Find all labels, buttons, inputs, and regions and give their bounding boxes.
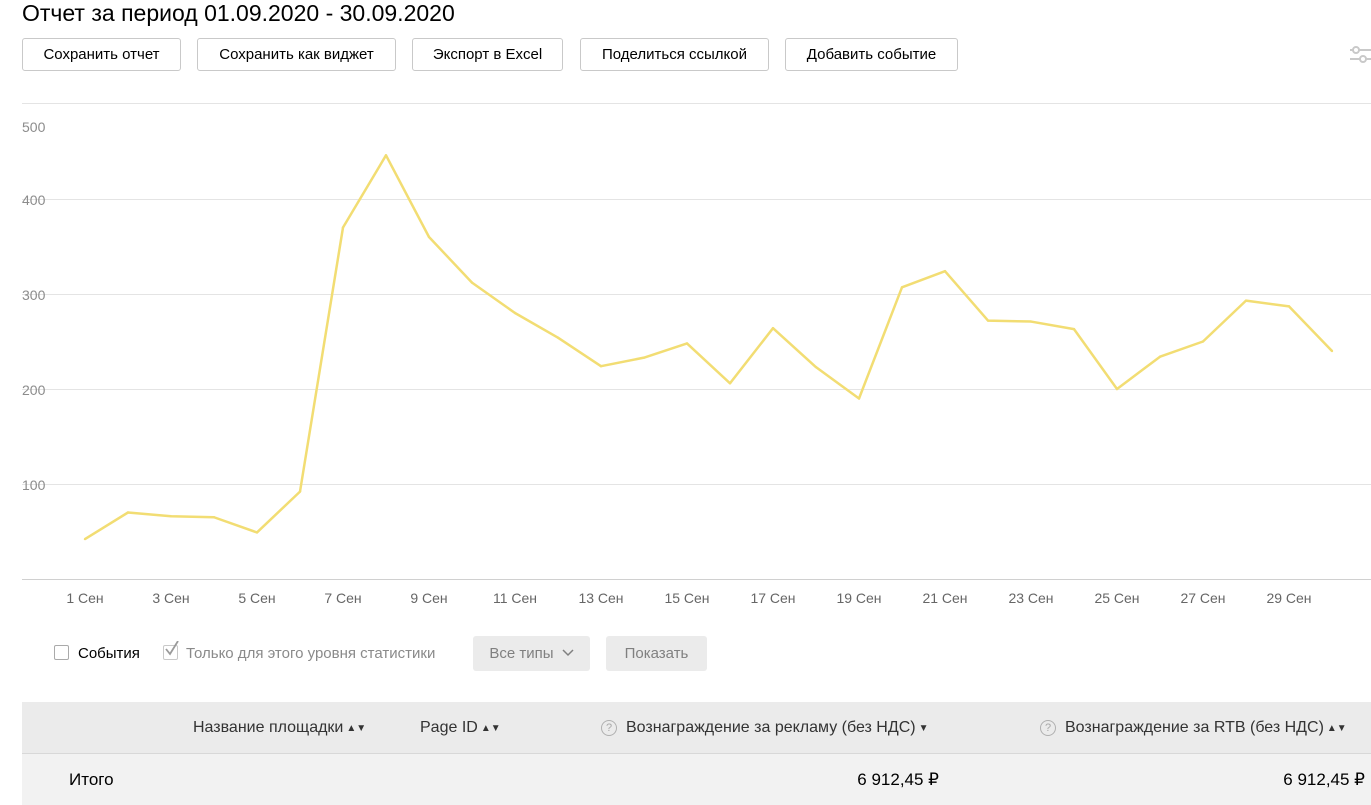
- save-widget-button[interactable]: Сохранить как виджет: [197, 38, 396, 71]
- x-tick-label: 23 Сен: [1008, 590, 1053, 606]
- data-point: [685, 342, 689, 345]
- show-button[interactable]: Показать: [606, 636, 707, 671]
- data-point: [1330, 349, 1334, 353]
- x-tick-label: 15 Сен: [664, 590, 709, 606]
- share-link-button[interactable]: Поделиться ссылкой: [580, 38, 769, 71]
- only-level-label: Только для этого уровня статистики: [186, 645, 436, 662]
- y-tick-label: 500: [22, 119, 46, 135]
- data-point: [1072, 327, 1076, 331]
- types-dropdown-label: Все типы: [489, 645, 554, 662]
- x-tick-label: 5 Сен: [238, 590, 275, 606]
- export-excel-button[interactable]: Экспорт в Excel: [412, 38, 563, 71]
- sort-icon: ▲▼: [346, 723, 367, 734]
- column-header-ad-reward[interactable]: ? Вознаграждение за рекламу (без НДС) ▼: [601, 719, 928, 738]
- data-point: [384, 154, 388, 157]
- data-point: [900, 286, 904, 289]
- save-report-button[interactable]: Сохранить отчет: [22, 38, 181, 71]
- data-point: [642, 356, 646, 359]
- data-point: [728, 382, 732, 385]
- data-point: [212, 516, 216, 519]
- x-tick-label: 1 Сен: [66, 590, 103, 606]
- help-icon[interactable]: ?: [601, 720, 617, 736]
- column-header-rtb-reward[interactable]: ? Вознаграждение за RTB (без НДС) ▲▼: [1040, 719, 1347, 738]
- data-point: [298, 490, 302, 493]
- table-header: Название площадки ▲▼ Page ID ▲▼ ? Вознаграж…: [22, 702, 1371, 754]
- x-tick-label: 27 Сен: [1180, 590, 1225, 606]
- x-tick-label: 19 Сен: [836, 590, 881, 606]
- page-title: Отчет за период 01.09.2020 - 30.09.2020: [22, 0, 455, 26]
- data-point: [1158, 355, 1162, 358]
- events-checkbox[interactable]: [54, 645, 69, 660]
- x-tick-label: 17 Сен: [750, 590, 795, 606]
- help-icon[interactable]: ?: [1040, 720, 1056, 736]
- sort-icon: ▲▼: [1326, 723, 1347, 734]
- total-ad-reward: 6 912,45 ₽: [857, 770, 939, 789]
- add-event-button[interactable]: Добавить событие: [785, 38, 958, 71]
- data-point: [126, 511, 130, 514]
- events-filter-row: События Только для этого уровня статисти…: [0, 636, 1371, 672]
- y-tick-label: 300: [22, 287, 46, 303]
- series-line: [84, 154, 1333, 541]
- data-point: [814, 365, 818, 369]
- x-tick-label: 9 Сен: [410, 590, 447, 606]
- total-label: Итого: [69, 770, 114, 789]
- sort-icon: ▲▼: [480, 723, 501, 734]
- x-tick-label: 21 Сен: [922, 590, 967, 606]
- data-point: [986, 319, 990, 322]
- data-point: [943, 270, 947, 273]
- data-point: [427, 235, 431, 239]
- total-rtb-reward: 6 912,45 ₽: [1283, 770, 1365, 789]
- table-row-total: Итого 6 912,45 ₽ 6 912,45 ₽: [22, 754, 1371, 805]
- x-tick-label: 29 Сен: [1266, 590, 1311, 606]
- check-icon: [165, 641, 179, 656]
- chart-canvas: 100 200 300 400 500 1 Сен 3 Сен 5 Сен 7 Сен 9 Сен…: [22, 103, 1371, 606]
- data-point: [83, 537, 87, 541]
- data-point: [169, 515, 173, 518]
- sliders-icon[interactable]: [1348, 44, 1371, 66]
- data-point: [1244, 299, 1248, 302]
- stats-table: Название площадки ▲▼ Page ID ▲▼ ? Вознаграж…: [22, 702, 1371, 805]
- data-point: [556, 336, 560, 339]
- x-tick-label: 25 Сен: [1094, 590, 1139, 606]
- data-point: [599, 365, 603, 368]
- x-tick-label: 11 Сен: [493, 590, 537, 606]
- data-point: [1287, 305, 1291, 308]
- y-tick-label: 400: [22, 192, 46, 208]
- types-dropdown[interactable]: Все типы: [473, 636, 590, 671]
- data-point: [1115, 387, 1119, 391]
- y-tick-label: 200: [22, 382, 46, 398]
- data-point: [857, 397, 861, 400]
- x-tick-label: 3 Сен: [152, 590, 189, 606]
- chevron-down-icon: [562, 649, 574, 657]
- data-point: [513, 311, 517, 315]
- column-header-page-id[interactable]: Page ID ▲▼: [420, 719, 501, 738]
- x-tick-label: 7 Сен: [324, 590, 361, 606]
- data-point: [341, 226, 345, 229]
- line-chart: 100 200 300 400 500 1 Сен 3 Сен 5 Сен 7 Сен 9 Сен…: [0, 95, 1371, 620]
- column-header-site-name[interactable]: Название площадки ▲▼: [193, 719, 366, 738]
- y-tick-label: 100: [22, 477, 46, 493]
- data-point: [255, 531, 259, 534]
- x-tick-label: 13 Сен: [578, 590, 623, 606]
- data-point: [1201, 340, 1205, 343]
- sort-desc-icon: ▼: [918, 723, 929, 734]
- only-level-checkbox[interactable]: [163, 641, 179, 660]
- data-point: [470, 281, 474, 284]
- data-point: [1029, 320, 1033, 323]
- events-label: События: [78, 645, 140, 662]
- data-point: [771, 327, 775, 330]
